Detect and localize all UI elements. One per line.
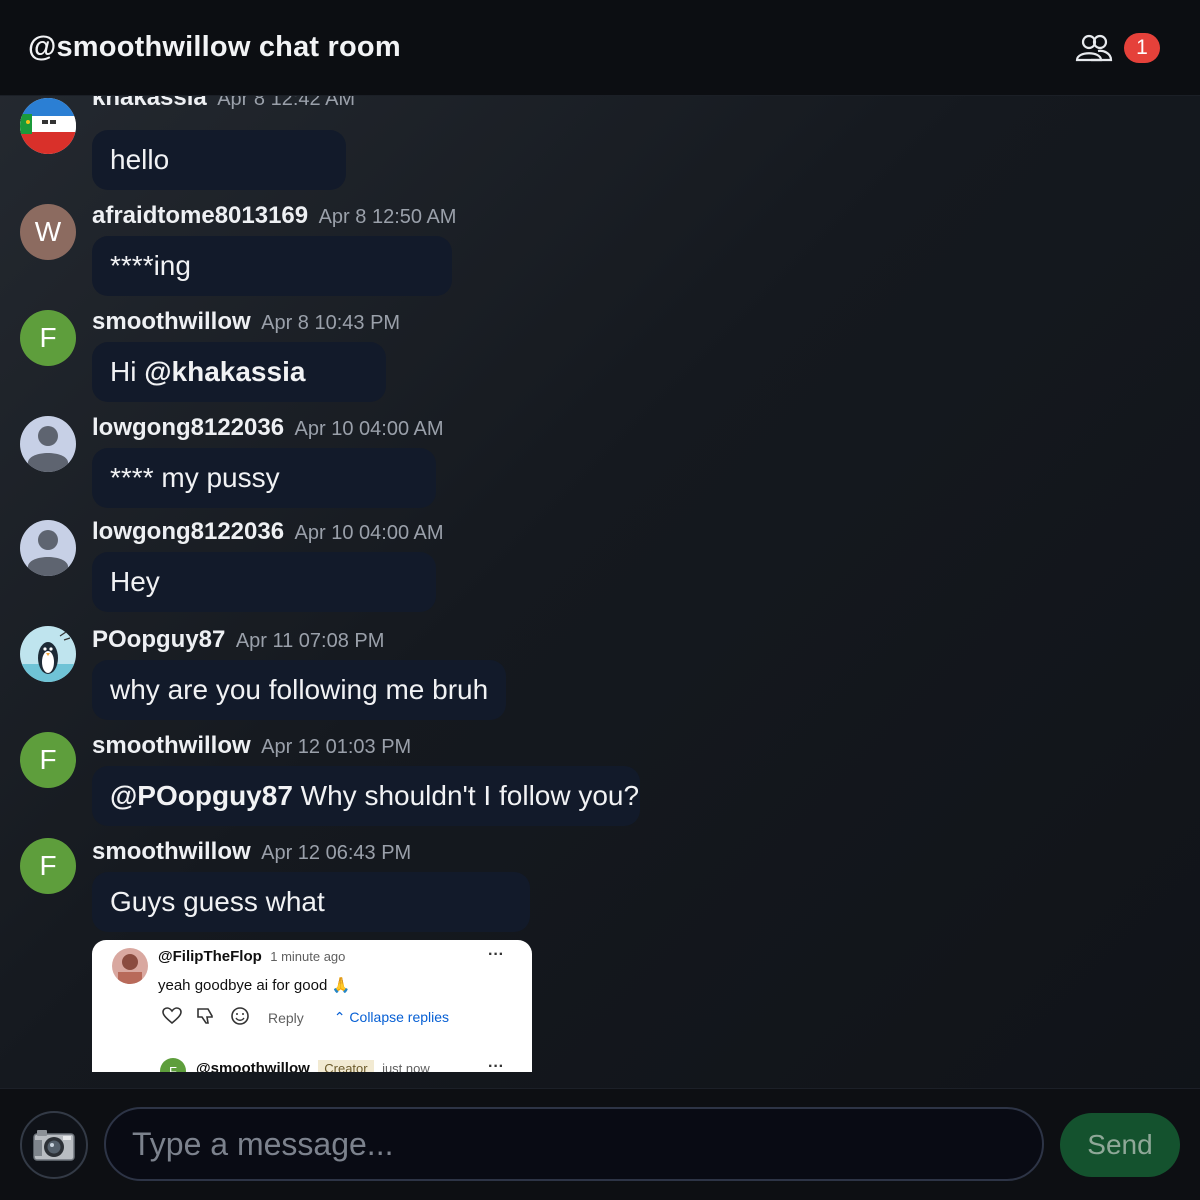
reply-link: Reply xyxy=(268,1009,304,1026)
message-bubble: why are you following me bruh xyxy=(92,660,506,720)
message-bubble: hello xyxy=(92,130,346,190)
message-header: smoothwillow Apr 12 06:43 PM xyxy=(92,838,411,866)
timestamp: Apr 8 10:43 PM xyxy=(261,312,401,334)
reply-header: @smoothwillow Creator just now xyxy=(196,1060,430,1072)
camera-button[interactable] xyxy=(20,1111,88,1179)
user-avatar[interactable] xyxy=(20,416,76,472)
message-header: POopguy87 Apr 11 07:08 PM xyxy=(92,626,384,654)
message-text: Why shouldn't I follow you? xyxy=(292,780,640,811)
message-bubble: Hi @khakassia xyxy=(92,342,386,402)
username[interactable]: lowgong8122036 xyxy=(92,518,284,545)
timestamp: Apr 10 04:00 AM xyxy=(294,522,444,544)
message-bubble: Hey xyxy=(92,552,436,612)
timestamp: Apr 8 12:42 AM xyxy=(217,96,356,110)
members-icon[interactable] xyxy=(1074,32,1114,64)
message-composer: Send xyxy=(0,1088,1200,1200)
commenter-avatar xyxy=(112,948,148,984)
collapse-replies-label: Collapse replies xyxy=(349,1009,450,1025)
timestamp: Apr 8 12:50 AM xyxy=(318,206,457,228)
username[interactable]: afraidtome8013169 xyxy=(92,202,308,229)
dislike-icon xyxy=(196,1007,216,1028)
timestamp: Apr 11 07:08 PM xyxy=(235,630,385,652)
more-options-icon: ··· xyxy=(488,1058,504,1072)
message-list[interactable]: khakassia Apr 8 12:42 AM hello W afraidt… xyxy=(0,96,1200,1072)
send-button[interactable]: Send xyxy=(1060,1113,1180,1177)
mention-link[interactable]: @POopguy87 xyxy=(110,780,293,812)
default-user-icon xyxy=(28,426,68,472)
user-avatar[interactable]: F xyxy=(20,310,76,366)
collapse-replies-link: ⌃ Collapse replies xyxy=(334,1009,449,1026)
user-avatar[interactable] xyxy=(20,98,76,154)
user-avatar[interactable] xyxy=(20,520,76,576)
message-header: lowgong8122036 Apr 10 04:00 AM xyxy=(92,414,444,442)
message-header: khakassia Apr 8 12:42 AM xyxy=(92,96,355,112)
timestamp: Apr 12 06:43 PM xyxy=(261,842,412,864)
creator-badge: Creator xyxy=(318,1060,374,1072)
timestamp: Apr 10 04:00 AM xyxy=(294,418,444,440)
username[interactable]: khakassia xyxy=(92,96,207,111)
username[interactable]: smoothwillow xyxy=(92,838,251,865)
message-text: Hi xyxy=(110,356,145,387)
message-bubble: @POopguy87 Why shouldn't I follow you? xyxy=(92,766,640,826)
username[interactable]: smoothwillow xyxy=(92,308,251,335)
comment-text: yeah goodbye ai for good 🙏 xyxy=(158,977,351,994)
user-avatar[interactable]: F xyxy=(20,732,76,788)
emoji-reaction-icon xyxy=(230,1006,250,1029)
user-avatar[interactable] xyxy=(20,626,76,682)
mention-link[interactable]: @khakassia xyxy=(144,356,305,388)
message-bubble: ****ing xyxy=(92,236,452,296)
chat-header: @smoothwillow chat room 1 xyxy=(0,0,1200,96)
chevron-up-icon: ⌃ xyxy=(333,1009,346,1025)
message-header: lowgong8122036 Apr 10 04:00 AM xyxy=(92,518,444,546)
camera-icon xyxy=(33,1130,75,1161)
comment-header: @FilipTheFlop 1 minute ago xyxy=(158,948,345,966)
flag-avatar-icon xyxy=(20,98,76,154)
penguin-avatar-icon xyxy=(20,631,76,682)
comment-time: 1 minute ago xyxy=(270,949,346,964)
username[interactable]: smoothwillow xyxy=(92,732,251,759)
notification-badge[interactable]: 1 xyxy=(1124,32,1160,63)
message-header: smoothwillow Apr 8 10:43 PM xyxy=(92,308,400,336)
message-header: afraidtome8013169 Apr 8 12:50 AM xyxy=(92,202,456,230)
timestamp: Apr 12 01:03 PM xyxy=(261,736,412,758)
reply-time: just now xyxy=(382,1061,430,1072)
user-avatar[interactable]: W xyxy=(20,204,76,260)
more-options-icon: ··· xyxy=(488,946,504,963)
message-input[interactable] xyxy=(104,1107,1044,1181)
message-bubble: Guys guess what xyxy=(92,872,530,932)
default-user-icon xyxy=(28,530,68,576)
header-actions: 1 xyxy=(1074,32,1160,64)
image-attachment[interactable]: @FilipTheFlop 1 minute ago ··· yeah good… xyxy=(92,940,532,1072)
username[interactable]: lowgong8122036 xyxy=(92,414,284,441)
comment-author: @FilipTheFlop xyxy=(158,948,262,965)
message-bubble: **** my pussy xyxy=(92,448,436,508)
like-icon xyxy=(162,1007,182,1028)
user-avatar[interactable]: F xyxy=(20,838,76,894)
room-title: @smoothwillow chat room xyxy=(28,31,401,63)
message-header: smoothwillow Apr 12 01:03 PM xyxy=(92,732,411,760)
comment-actions: Reply ⌃ Collapse replies xyxy=(162,1006,449,1029)
reply-author: @smoothwillow xyxy=(196,1060,310,1072)
reply-avatar: F xyxy=(160,1058,186,1072)
username[interactable]: POopguy87 xyxy=(92,626,225,653)
